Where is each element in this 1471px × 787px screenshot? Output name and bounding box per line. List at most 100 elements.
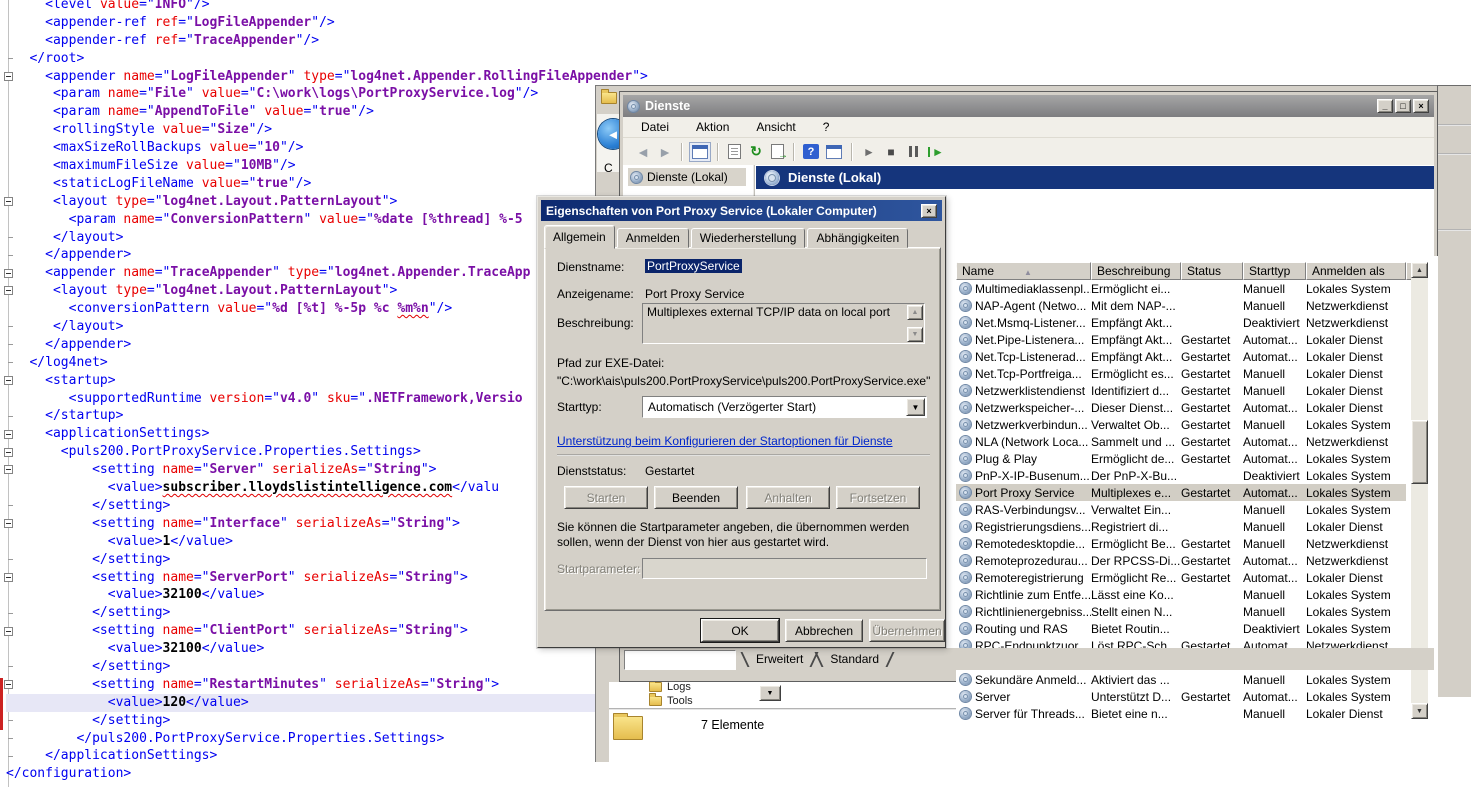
table-row[interactable]: Netzwerkspeicher-...Dieser Dienst...Gest… [956,399,1406,416]
code-line[interactable]: <conversionPattern value="%d [%t] %-5p %… [6,300,595,318]
code-line[interactable]: <maxSizeRollBackups value="10"/> [6,139,595,157]
show-console-tree-icon[interactable] [692,145,708,159]
table-row[interactable]: ServerUnterstützt D...GestartetAutomat..… [956,688,1406,705]
code-line[interactable]: <param name="AppendToFile" value="true"/… [6,103,595,121]
fold-collapse-icon[interactable] [4,72,13,81]
code-line[interactable]: <startup> [6,372,595,390]
maximize-button[interactable]: □ [1395,99,1411,113]
sidebar-item-dienste-lokal[interactable]: Dienste (Lokal) [628,168,746,186]
table-row[interactable]: Registrierungsdiens...Registriert di...M… [956,518,1406,535]
code-line[interactable]: </applicationSettings> [6,747,595,765]
column-header-status[interactable]: Status [1181,262,1243,280]
code-line[interactable]: </startup> [6,407,595,425]
code-line[interactable]: </layout> [6,318,595,336]
table-row[interactable]: PnP-X-IP-Busenum...Der PnP-X-Bu...Deakti… [956,467,1406,484]
code-line[interactable]: </setting> [6,497,595,515]
fold-collapse-icon[interactable] [4,465,13,474]
fold-collapse-icon[interactable] [4,269,13,278]
startparameter-input[interactable] [642,558,927,579]
table-row[interactable]: Net.Tcp-Listenerad...Empfängt Akt...Gest… [956,348,1406,365]
table-row-selected[interactable]: Port Proxy ServiceMultiplexes e...Gestar… [956,484,1406,501]
table-row[interactable]: Net.Tcp-Portfreiga...Ermöglicht es...Ges… [956,365,1406,382]
export-list-icon[interactable] [771,144,784,159]
code-line[interactable]: </appender> [6,336,595,354]
close-button[interactable]: × [921,204,937,218]
menu-item-aktion[interactable]: Aktion [696,120,729,134]
scroll-up-button[interactable]: ▲ [1411,262,1428,278]
code-line[interactable]: <layout type="log4net.Layout.PatternLayo… [6,282,595,300]
dropdown-button[interactable]: ▼ [759,685,781,701]
table-row[interactable]: RemoteregistrierungErmöglicht Re...Gesta… [956,569,1406,586]
startoptions-help-link[interactable]: Unterstützung beim Konfigurieren der Sta… [557,434,893,448]
column-header-starttyp[interactable]: Starttyp [1243,262,1306,280]
pause-service-icon[interactable] [909,146,918,157]
code-line[interactable]: <maximumFileSize value="10MB"/> [6,157,595,175]
column-header-beschreibung[interactable]: Beschreibung [1091,262,1181,280]
tab-standard[interactable]: Standard [820,652,889,666]
code-line[interactable]: <appender-ref ref="TraceAppender"/> [6,32,595,50]
table-row[interactable]: NetzwerklistendienstIdentifiziert d...Ge… [956,382,1406,399]
fold-collapse-icon[interactable] [4,573,13,582]
column-header-name[interactable]: Name▲ [956,262,1091,280]
code-line[interactable]: <applicationSettings> [6,425,595,443]
table-row[interactable]: Routing und RASBietet Routin...Deaktivie… [956,620,1406,637]
code-line[interactable]: <appender-ref ref="LogFileAppender"/> [6,14,595,32]
tab-allgemein[interactable]: Allgemein [544,225,615,249]
table-row[interactable]: Sekundäre Anmeld...Aktiviert das ...Manu… [956,671,1406,688]
fold-collapse-icon[interactable] [4,430,13,439]
tab-anmelden[interactable]: Anmelden [617,228,689,248]
code-line[interactable]: </setting> [6,712,595,730]
dialog-titlebar[interactable]: Eigenschaften von Port Proxy Service (Lo… [541,200,942,221]
services-titlebar[interactable]: Dienste _ □ × [623,95,1434,117]
table-row[interactable]: Plug & PlayErmöglicht de...GestartetAuto… [956,450,1406,467]
start-service-icon[interactable]: ► [858,142,880,162]
beenden-button[interactable]: Beenden [654,486,738,509]
code-line[interactable]: <supportedRuntime version="v4.0" sku=".N… [6,390,595,408]
fold-collapse-icon[interactable] [4,197,13,206]
code-line[interactable]: <param name="File" value="C:\work\logs\P… [6,85,595,103]
tab-wiederherstellung[interactable]: Wiederherstellung [691,228,806,248]
table-row[interactable]: NLA (Network Loca...Sammelt und ...Gesta… [956,433,1406,450]
fold-collapse-icon[interactable] [4,627,13,636]
chevron-down-icon[interactable]: ▼ [906,398,925,416]
code-line[interactable]: <puls200.PortProxyService.Properties.Set… [6,443,595,461]
tree-item[interactable]: Tools [649,695,693,707]
fold-collapse-icon[interactable] [4,448,13,457]
forward-arrow-icon[interactable]: ► [654,142,676,162]
code-lines[interactable]: <level value="INFO"/> <appender-ref ref=… [6,0,595,783]
code-line[interactable]: <appender name="TraceAppender" type="log… [6,264,595,282]
extended-view-icon[interactable] [826,145,842,159]
code-line[interactable]: <appender name="LogFileAppender" type="l… [6,68,595,86]
code-line[interactable]: <value>120</value> [6,694,595,712]
fold-collapse-icon[interactable] [4,286,13,295]
ok-button[interactable]: OK [701,619,779,642]
code-line[interactable]: <layout type="log4net.Layout.PatternLayo… [6,193,595,211]
menu-item-ansicht[interactable]: Ansicht [756,120,795,134]
table-row[interactable]: Richtlinie zum Entfe...Lässt eine Ko...M… [956,586,1406,603]
dienstname-value[interactable]: PortProxyService [645,259,742,273]
starttyp-dropdown[interactable]: Automatisch (Verzögerter Start) ▼ [642,396,927,418]
beschreibung-textbox[interactable]: Multiplexes external TCP/IP data on loca… [642,303,925,344]
code-line[interactable]: </layout> [6,229,595,247]
help-icon[interactable]: ? [803,144,819,159]
code-line[interactable]: <value>32100</value> [6,640,595,658]
stop-service-icon[interactable]: ■ [880,142,902,162]
table-row[interactable]: Net.Pipe-Listenera...Empfängt Akt...Gest… [956,331,1406,348]
code-line[interactable]: <value>32100</value> [6,586,595,604]
code-line[interactable]: <setting name="ClientPort" serializeAs="… [6,622,595,640]
abbrechen-button[interactable]: Abbrechen [785,619,863,642]
table-row[interactable]: Richtlinienergebniss...Stellt einen N...… [956,603,1406,620]
code-line[interactable]: </root> [6,50,595,68]
code-line[interactable]: </appender> [6,246,595,264]
fold-collapse-icon[interactable] [4,376,13,385]
scroll-down-button[interactable]: ▼ [1411,703,1428,719]
scrollbar-thumb[interactable] [1411,420,1428,484]
code-line[interactable]: </configuration> [6,765,595,783]
properties-icon[interactable] [728,144,741,159]
table-row[interactable]: Multimediaklassenpl...Ermöglicht ei...Ma… [956,280,1406,297]
menu-item-datei[interactable]: Datei [641,120,669,134]
fold-collapse-icon[interactable] [4,680,13,689]
table-row[interactable]: Net.Msmq-Listener...Empfängt Akt...Deakt… [956,314,1406,331]
refresh-icon[interactable]: ↻ [745,142,767,162]
tree-item[interactable]: Logs [649,681,691,693]
